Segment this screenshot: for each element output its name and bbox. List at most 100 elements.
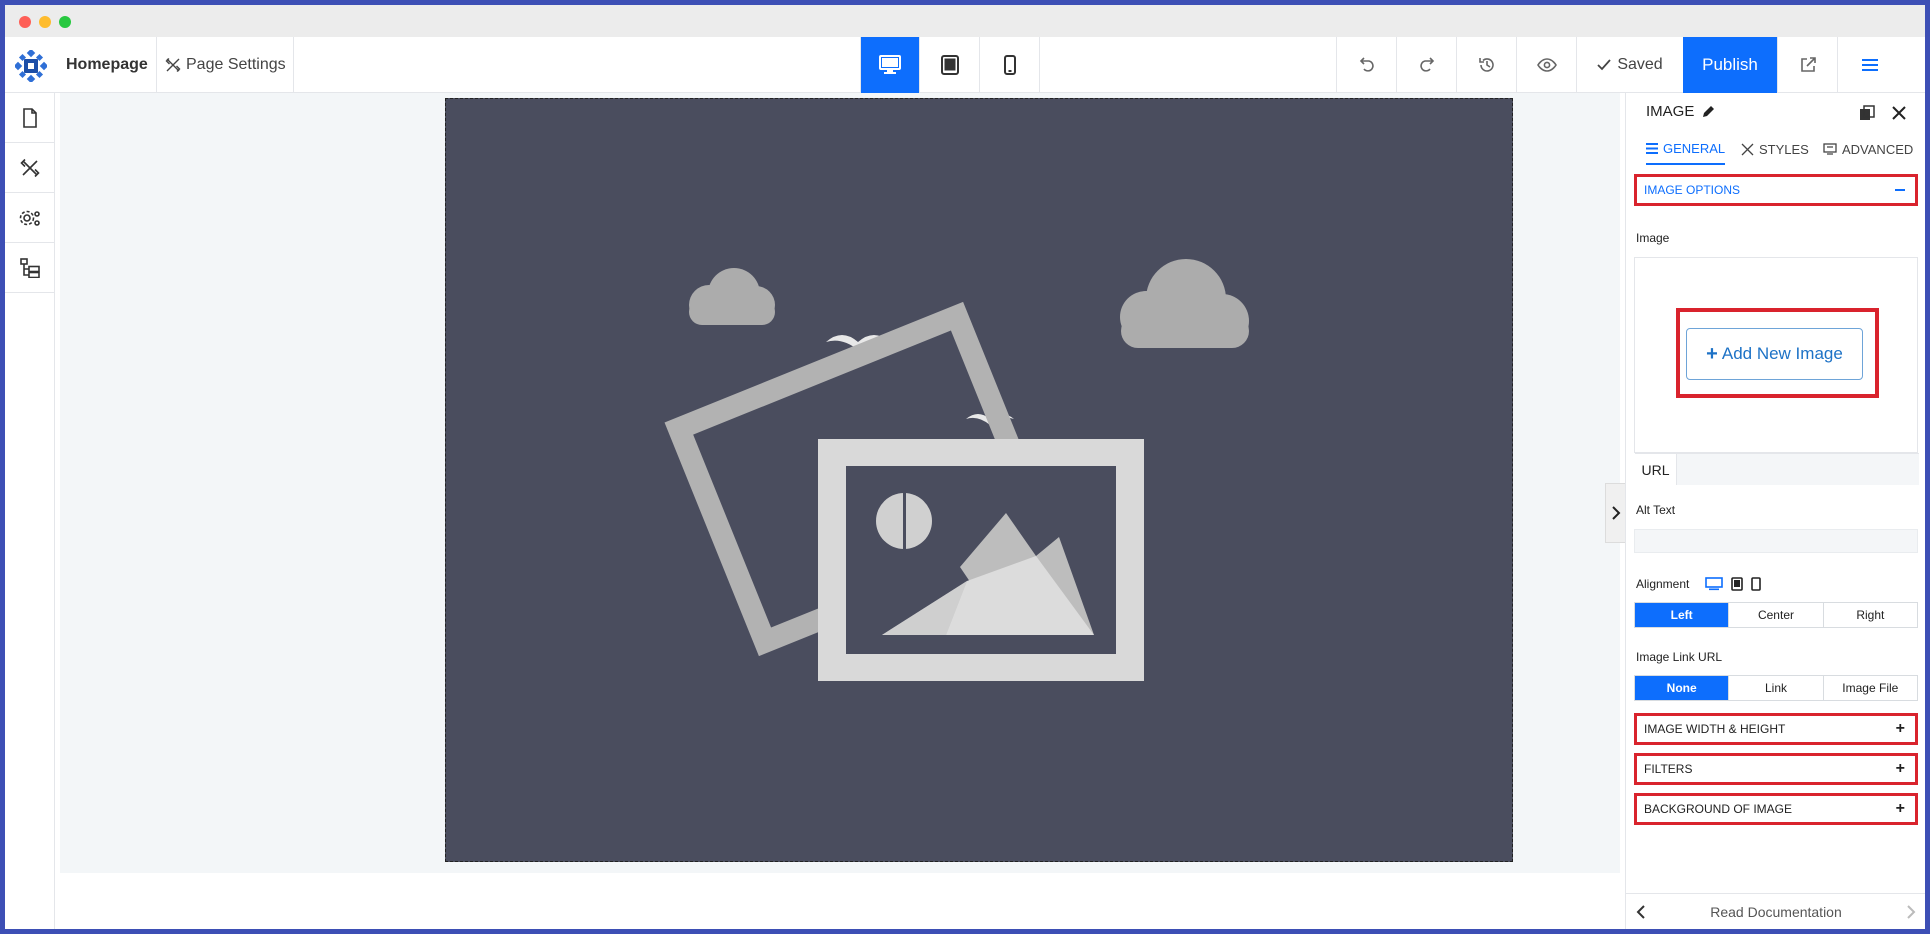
tab-advanced[interactable]: ADVANCED <box>1823 133 1913 165</box>
panel-tabs: GENERAL STYLES ADVANCED <box>1626 133 1925 165</box>
undo-button[interactable] <box>1336 37 1396 93</box>
tools-icon <box>1741 143 1754 155</box>
top-toolbar: Homepage Page Settings Saved Publish <box>5 37 1925 93</box>
chevron-left-icon[interactable] <box>1636 904 1646 919</box>
preview-button[interactable] <box>1516 37 1576 93</box>
desktop-icon <box>879 55 901 74</box>
left-sidebar <box>5 93 55 929</box>
page-settings-label: Page Settings <box>186 56 286 73</box>
tools-icon <box>165 58 181 72</box>
collapse-panel-button[interactable] <box>1605 483 1625 543</box>
section-image-options-label: IMAGE OPTIONS <box>1644 183 1741 197</box>
section-width-height-label: IMAGE WIDTH & HEIGHT <box>1644 722 1786 736</box>
redo-icon <box>1419 57 1434 72</box>
alignment-label: Alignment <box>1636 577 1762 591</box>
mobile-icon[interactable] <box>1751 577 1762 591</box>
publish-button[interactable]: Publish <box>1683 37 1777 93</box>
hamburger-icon <box>1862 59 1878 71</box>
app-logo-icon[interactable] <box>15 50 47 82</box>
divider <box>156 37 157 93</box>
image-link-label: Image Link URL <box>1636 650 1723 664</box>
chevron-right-icon <box>1611 506 1620 520</box>
link-link-option[interactable]: Link <box>1729 676 1824 700</box>
alt-text-value <box>1635 532 1641 546</box>
plus-icon: + <box>1895 760 1905 777</box>
section-image-width-height[interactable]: IMAGE WIDTH & HEIGHT + <box>1634 713 1918 745</box>
settings-button[interactable] <box>5 193 55 243</box>
history-button[interactable] <box>1456 37 1516 93</box>
navigator-button[interactable] <box>5 243 55 293</box>
align-right-option[interactable]: Right <box>1824 603 1917 627</box>
close-icon[interactable] <box>1892 106 1906 120</box>
read-documentation-link[interactable]: Read Documentation <box>1710 904 1842 920</box>
redo-button[interactable] <box>1396 37 1456 93</box>
alt-text-input[interactable] <box>1634 529 1918 553</box>
desktop-view-button[interactable] <box>860 37 920 93</box>
image-link-segmented: None Link Image File <box>1634 675 1918 701</box>
saved-label: Saved <box>1617 56 1663 73</box>
advanced-icon <box>1823 143 1837 155</box>
canvas-footer <box>60 873 1620 929</box>
panel-title: IMAGE <box>1646 103 1695 120</box>
tree-icon <box>20 257 40 278</box>
page-settings-button[interactable]: Page Settings <box>165 37 286 93</box>
section-filters-label: FILTERS <box>1644 762 1693 776</box>
alignment-segmented: Left Center Right <box>1634 602 1918 628</box>
divider <box>293 37 294 93</box>
element-settings-panel: IMAGE GENERAL STYLES ADVANCED IMAGE OPTI… <box>1625 93 1925 929</box>
link-image-file-option[interactable]: Image File <box>1824 676 1917 700</box>
tablet-icon <box>940 55 959 75</box>
section-image-options[interactable]: IMAGE OPTIONS <box>1634 174 1918 206</box>
pages-button[interactable] <box>5 93 55 143</box>
align-center-option[interactable]: Center <box>1729 603 1824 627</box>
design-tools-button[interactable] <box>5 143 55 193</box>
image-placeholder-icon <box>664 259 1249 681</box>
mobile-icon <box>1003 55 1016 75</box>
history-icon <box>1478 58 1494 72</box>
alignment-label-text: Alignment <box>1636 577 1690 591</box>
tab-general[interactable]: GENERAL <box>1646 133 1726 165</box>
panel-header: IMAGE <box>1646 103 1715 120</box>
url-label: URL <box>1635 454 1677 485</box>
tab-styles[interactable]: STYLES <box>1741 133 1809 165</box>
image-label: Image <box>1636 231 1670 245</box>
url-field[interactable]: URL <box>1635 453 1919 485</box>
undo-icon <box>1359 57 1374 72</box>
copy-icon[interactable] <box>1859 105 1875 121</box>
section-background-of-image[interactable]: BACKGROUND OF IMAGE + <box>1634 793 1918 825</box>
maximize-window-button[interactable] <box>59 16 71 28</box>
page-name[interactable]: Homepage <box>66 37 148 93</box>
check-icon <box>1597 59 1611 71</box>
close-window-button[interactable] <box>19 16 31 28</box>
tools-icon <box>20 158 40 177</box>
menu-button[interactable] <box>1837 37 1902 93</box>
pencil-icon[interactable] <box>1702 105 1715 118</box>
image-upload-box: + Add New Image URL <box>1634 257 1919 485</box>
section-filters[interactable]: FILTERS + <box>1634 753 1918 785</box>
chevron-right-icon[interactable] <box>1906 904 1916 919</box>
eye-icon <box>1536 58 1557 72</box>
list-icon <box>1646 142 1658 154</box>
alt-text-label: Alt Text <box>1636 503 1676 517</box>
add-new-image-label: Add New Image <box>1721 344 1843 363</box>
tab-styles-label: STYLES <box>1759 141 1809 157</box>
align-left-option[interactable]: Left <box>1635 603 1730 627</box>
external-link-icon <box>1800 57 1816 72</box>
link-none-option[interactable]: None <box>1635 676 1730 700</box>
minus-icon <box>1895 189 1905 191</box>
title-bar <box>5 5 1925 37</box>
tab-general-label: GENERAL <box>1663 140 1726 156</box>
add-new-image-button[interactable]: + Add New Image <box>1686 328 1863 380</box>
panel-footer: Read Documentation <box>1626 893 1925 929</box>
mobile-view-button[interactable] <box>980 37 1040 93</box>
tablet-view-button[interactable] <box>920 37 980 93</box>
app-window: Homepage Page Settings Saved Publish IMA… <box>5 5 1925 929</box>
plus-icon: + <box>1895 800 1905 817</box>
image-element[interactable] <box>445 98 1513 862</box>
minimize-window-button[interactable] <box>39 16 51 28</box>
page-icon <box>23 107 37 128</box>
tablet-icon[interactable] <box>1731 577 1744 591</box>
open-external-button[interactable] <box>1777 37 1837 93</box>
plus-icon: + <box>1706 342 1718 365</box>
desktop-icon[interactable] <box>1705 577 1724 591</box>
